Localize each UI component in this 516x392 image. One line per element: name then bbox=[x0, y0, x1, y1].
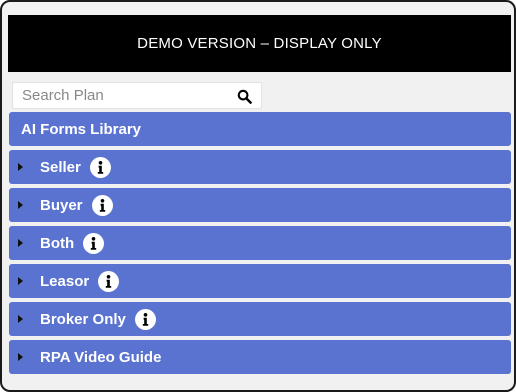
caret-right-icon bbox=[18, 277, 23, 285]
caret-right-icon bbox=[18, 315, 23, 323]
search-box bbox=[12, 82, 262, 109]
caret-right-icon bbox=[18, 201, 23, 209]
library-header[interactable]: AI Forms Library bbox=[9, 112, 511, 146]
category-seller[interactable]: Seller bbox=[9, 150, 511, 184]
library-title: AI Forms Library bbox=[21, 120, 142, 138]
demo-banner-text: DEMO VERSION – DISPLAY ONLY bbox=[137, 35, 382, 52]
category-label: RPA Video Guide bbox=[40, 348, 162, 366]
caret-right-icon bbox=[18, 163, 23, 171]
forms-library-list: AI Forms Library Seller Buyer Both Leaso… bbox=[9, 112, 511, 378]
category-label: Seller bbox=[40, 158, 81, 176]
category-label: Buyer bbox=[40, 196, 83, 214]
category-buyer[interactable]: Buyer bbox=[9, 188, 511, 222]
widget-frame: DEMO VERSION – DISPLAY ONLY AI Forms Lib… bbox=[0, 0, 516, 392]
info-icon[interactable] bbox=[83, 232, 105, 254]
search-input[interactable] bbox=[13, 83, 232, 108]
category-label: Leasor bbox=[40, 272, 90, 290]
info-icon[interactable] bbox=[89, 156, 111, 178]
search-icon[interactable] bbox=[235, 87, 253, 105]
info-icon[interactable] bbox=[98, 270, 120, 292]
demo-banner: DEMO VERSION – DISPLAY ONLY bbox=[8, 15, 511, 72]
category-label: Broker Only bbox=[40, 310, 126, 328]
category-broker-only[interactable]: Broker Only bbox=[9, 302, 511, 336]
category-label: Both bbox=[40, 234, 75, 252]
info-icon[interactable] bbox=[91, 194, 113, 216]
category-both[interactable]: Both bbox=[9, 226, 511, 260]
caret-right-icon bbox=[18, 353, 23, 361]
category-leasor[interactable]: Leasor bbox=[9, 264, 511, 298]
info-icon[interactable] bbox=[134, 308, 156, 330]
caret-right-icon bbox=[18, 239, 23, 247]
category-rpa-video-guide[interactable]: RPA Video Guide bbox=[9, 340, 511, 374]
